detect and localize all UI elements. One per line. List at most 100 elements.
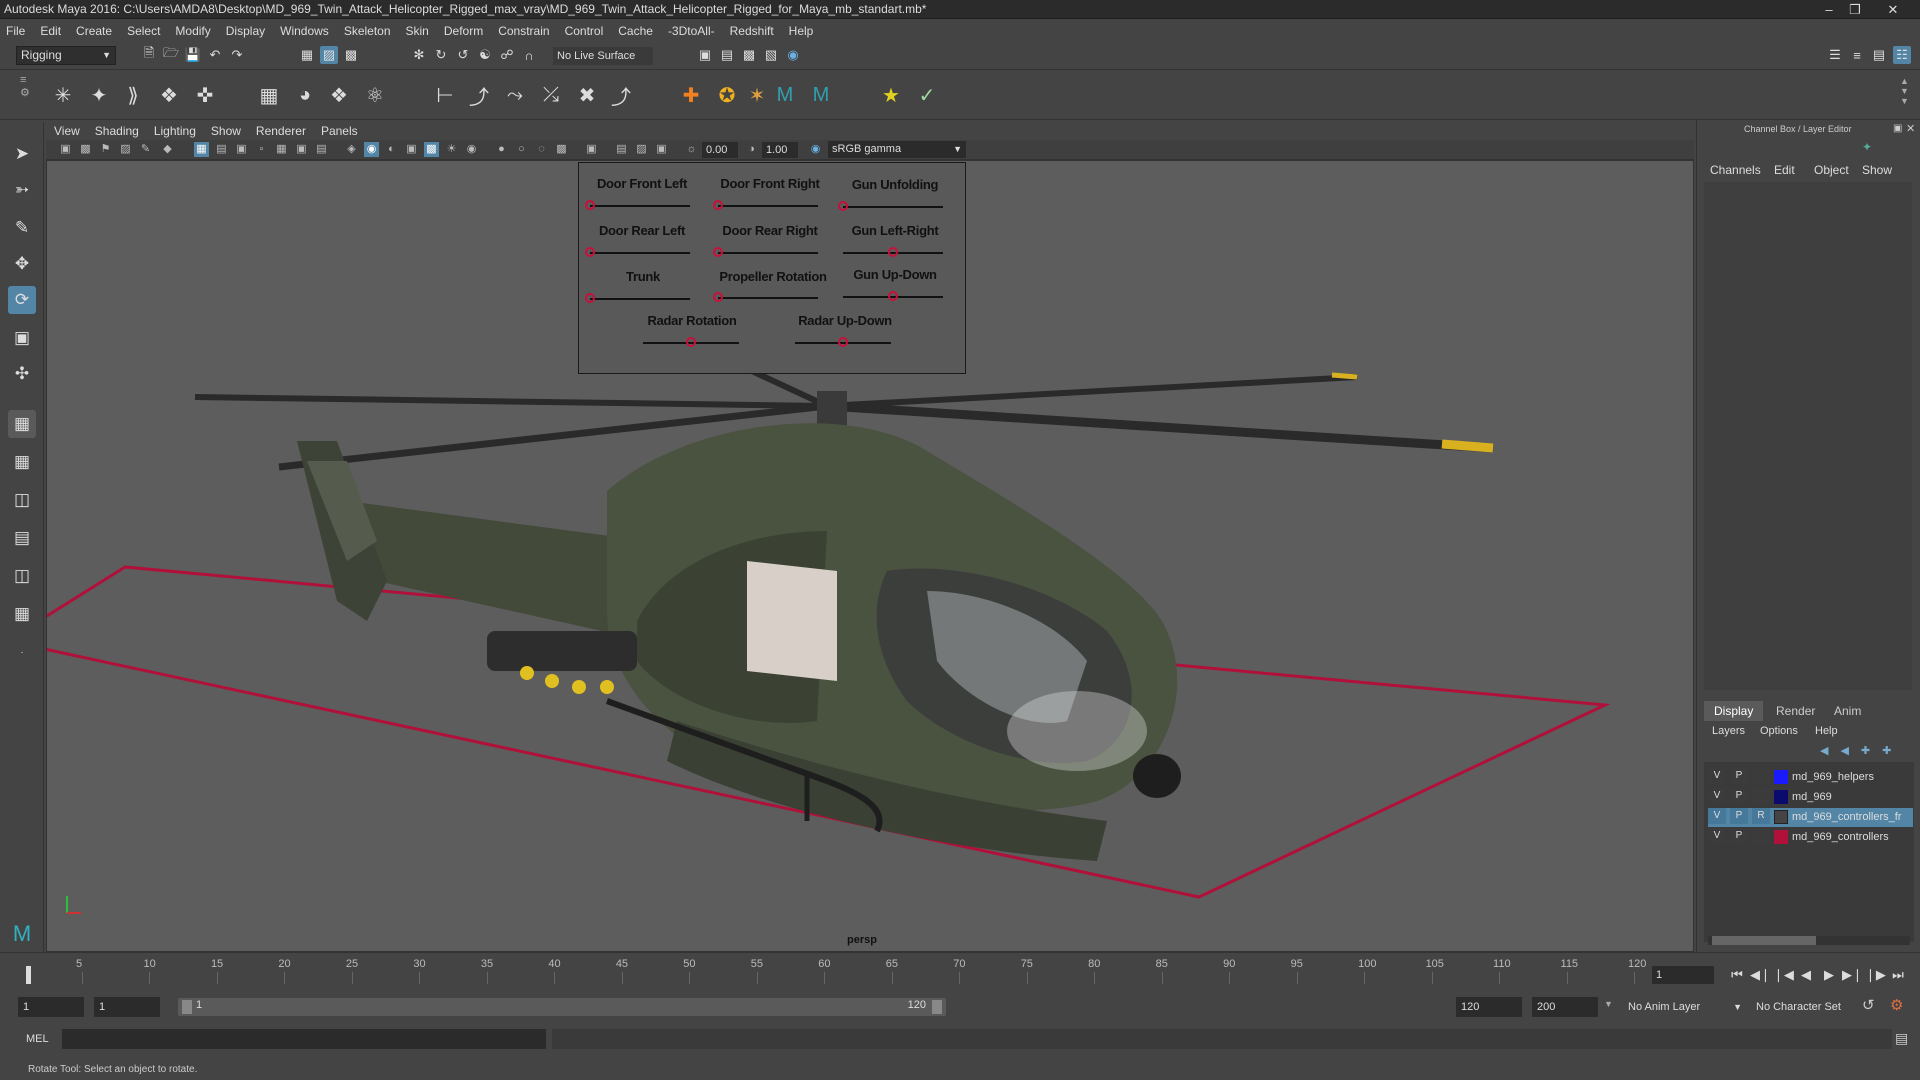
- exposure-icon[interactable]: ☼: [684, 142, 699, 157]
- command-input[interactable]: [62, 1029, 546, 1049]
- select-component-icon[interactable]: ▩: [342, 46, 360, 64]
- menu-constrain[interactable]: Constrain: [498, 24, 549, 38]
- layer-visibility-toggle[interactable]: V: [1708, 788, 1726, 804]
- slider-knob-gun-up-down[interactable]: [888, 291, 898, 301]
- menu-windows[interactable]: Windows: [280, 24, 329, 38]
- image-plane-icon[interactable]: ▨: [118, 142, 133, 157]
- layer-scrollbar[interactable]: [1708, 936, 1910, 945]
- slider-knob-door-rear-left[interactable]: [585, 247, 595, 257]
- tool-settings-icon[interactable]: ≡: [1848, 46, 1866, 64]
- step-forward-key-icon[interactable]: ▶❘: [1842, 966, 1863, 984]
- close-icon[interactable]: ✕: [1868, 0, 1918, 19]
- playback-start-field[interactable]: 1: [94, 997, 160, 1017]
- anim-end-field[interactable]: 200: [1532, 997, 1598, 1017]
- menu-cache[interactable]: Cache: [618, 24, 653, 38]
- anim-start-field[interactable]: 1: [18, 997, 84, 1017]
- xray-joints-icon[interactable]: ▤: [614, 142, 629, 157]
- cb-menu-edit[interactable]: Edit: [1774, 163, 1795, 177]
- camera-select-icon[interactable]: ▣: [58, 142, 73, 157]
- anim-layer-dropdown[interactable]: No Anim Layer ▼: [1624, 997, 1742, 1017]
- menu-skin[interactable]: Skin: [406, 24, 429, 38]
- menu-skeleton[interactable]: Skeleton: [344, 24, 391, 38]
- layer-playback-toggle[interactable]: P: [1730, 828, 1748, 844]
- four-view-icon[interactable]: ▦: [8, 448, 36, 476]
- xray-active-icon[interactable]: ▨: [634, 142, 649, 157]
- select-hierarchy-icon[interactable]: ▦: [298, 46, 316, 64]
- playback-end-field[interactable]: 120: [1456, 997, 1522, 1017]
- layer-type-toggle[interactable]: [1752, 828, 1770, 844]
- exposure-field[interactable]: 0.00: [702, 142, 738, 158]
- range-end-handle[interactable]: [932, 1000, 942, 1014]
- more-layouts-icon[interactable]: ·: [8, 638, 36, 666]
- xray-icon[interactable]: ▣: [584, 142, 599, 157]
- snap-point-icon[interactable]: ↺: [454, 46, 472, 64]
- snap-surface-icon[interactable]: ☍: [498, 46, 516, 64]
- hik-icon[interactable]: M: [806, 80, 836, 110]
- smooth-shade-icon[interactable]: ◉: [364, 142, 379, 157]
- float-panel-icon[interactable]: ▣: [1893, 123, 1902, 134]
- cb-menu-object[interactable]: Object: [1814, 163, 1849, 177]
- resolution-gate-icon[interactable]: ▣: [234, 142, 249, 157]
- cb-menu-channels[interactable]: Channels: [1710, 163, 1761, 177]
- menu-deform[interactable]: Deform: [444, 24, 483, 38]
- cb-menu-show[interactable]: Show: [1862, 163, 1892, 177]
- maximize-icon[interactable]: ❐: [1842, 0, 1868, 19]
- menu-control[interactable]: Control: [565, 24, 604, 38]
- menu-modify[interactable]: Modify: [175, 24, 210, 38]
- menu-display[interactable]: Display: [226, 24, 265, 38]
- maya-home-icon[interactable]: M: [8, 920, 36, 948]
- textured-icon[interactable]: ▣: [404, 142, 419, 157]
- snap-view-icon[interactable]: ☯: [476, 46, 494, 64]
- menu-edit[interactable]: Edit: [40, 24, 61, 38]
- point-constraint-icon[interactable]: ⊢: [430, 80, 460, 110]
- joint-tool-icon[interactable]: ✳: [48, 80, 78, 110]
- channel-box-toggle-icon[interactable]: ☷: [1893, 46, 1911, 64]
- vp-menu-lighting[interactable]: Lighting: [154, 124, 196, 138]
- render-settings-icon[interactable]: ▣: [696, 46, 714, 64]
- close-panel-icon[interactable]: ✕: [1906, 122, 1915, 135]
- insert-joint-icon[interactable]: ✦: [84, 80, 114, 110]
- layer-color-swatch[interactable]: [1774, 810, 1788, 824]
- vp-menu-view[interactable]: View: [54, 124, 80, 138]
- paint-select-icon[interactable]: ✎: [8, 214, 36, 242]
- layer-color-swatch[interactable]: [1774, 770, 1788, 784]
- grease-pencil-icon[interactable]: ✎: [138, 142, 153, 157]
- single-view-icon[interactable]: ▦: [8, 410, 36, 438]
- vp-menu-shading[interactable]: Shading: [95, 124, 139, 138]
- menu-redshift[interactable]: Redshift: [730, 24, 774, 38]
- ik-handle-icon[interactable]: ✜: [190, 80, 220, 110]
- persp-outliner-icon[interactable]: ◫: [8, 562, 36, 590]
- slider-knob-gun-left-right[interactable]: [888, 247, 898, 257]
- aim-constraint-icon[interactable]: ⤴: [464, 80, 494, 110]
- slider-knob-door-front-right[interactable]: [713, 200, 723, 210]
- layer-visibility-toggle[interactable]: V: [1708, 808, 1726, 824]
- redshift-light-icon[interactable]: ★: [876, 80, 906, 110]
- tab-anim[interactable]: Anim: [1824, 701, 1871, 721]
- layer-row[interactable]: V P md_969_helpers: [1708, 768, 1913, 787]
- open-scene-icon[interactable]: 🗁: [162, 45, 180, 64]
- backface-icon[interactable]: ▣: [654, 142, 669, 157]
- orient-constraint-icon[interactable]: ⤳: [500, 80, 530, 110]
- chevron-down-icon[interactable]: ▼: [1604, 999, 1613, 1009]
- layer-type-toggle[interactable]: [1752, 788, 1770, 804]
- layer-menu-options[interactable]: Options: [1760, 725, 1798, 737]
- menu-file[interactable]: File: [6, 24, 25, 38]
- maya-logo-icon[interactable]: M: [770, 80, 800, 110]
- shelf-scroll-icon[interactable]: ▲ ▼ ▼: [1900, 76, 1909, 106]
- script-language-toggle[interactable]: MEL: [26, 1033, 49, 1045]
- layer-visibility-toggle[interactable]: V: [1708, 828, 1726, 844]
- view-transform-dropdown[interactable]: sRGB gamma ▼: [828, 141, 966, 158]
- snap-magnet-icon[interactable]: ∩: [520, 46, 538, 64]
- slider-knob-door-rear-right[interactable]: [713, 247, 723, 257]
- slider-knob-trunk[interactable]: [585, 293, 595, 303]
- vp-menu-panels[interactable]: Panels: [321, 124, 358, 138]
- script-editor-icon[interactable]: ▤: [1895, 1030, 1908, 1047]
- tab-render[interactable]: Render: [1766, 701, 1825, 721]
- move-tool-icon[interactable]: ✥: [8, 250, 36, 278]
- snap-curve-icon[interactable]: ↻: [432, 46, 450, 64]
- hypershade-icon[interactable]: ◉: [784, 46, 802, 64]
- play-backward-icon[interactable]: ◀: [1796, 966, 1816, 984]
- redo-icon[interactable]: ↷: [228, 46, 246, 64]
- parent-constraint-icon[interactable]: ✖: [572, 80, 602, 110]
- menu-help[interactable]: Help: [789, 24, 814, 38]
